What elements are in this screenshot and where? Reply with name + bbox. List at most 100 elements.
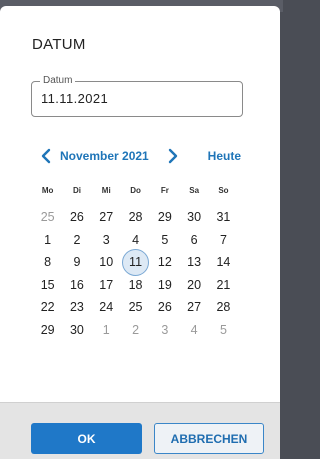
calendar-day-number: 19: [157, 277, 172, 292]
month-navigation: November 2021 Heute: [32, 146, 247, 166]
dialog-title: DATUM: [32, 36, 86, 53]
calendar-day[interactable]: 6: [179, 229, 208, 252]
calendar-day[interactable]: 5: [150, 229, 179, 252]
calendar-day-number: 5: [219, 322, 227, 337]
calendar-week-row: 8 9 10 11 12 13 14: [33, 248, 238, 276]
calendar-day[interactable]: 25: [33, 206, 62, 229]
calendar-day[interactable]: 28: [209, 296, 238, 319]
calendar-day[interactable]: 24: [92, 296, 121, 319]
calendar-day[interactable]: 30: [179, 206, 208, 229]
calendar-day[interactable]: 4: [121, 229, 150, 252]
date-picker-dialog: DATUM Datum 11.11.2021 November 2021 Heu…: [0, 6, 280, 459]
calendar-day[interactable]: 3: [92, 229, 121, 252]
calendar-weeks: 25 26 27 28 29 30 31 1 2 3 4 5 6 7 8 9 10 11 12 13 14 15 16 17 1…: [33, 206, 238, 341]
calendar-day[interactable]: 7: [209, 229, 238, 252]
calendar-day-number: 1: [44, 232, 52, 247]
weekday-label: Mo: [41, 186, 54, 195]
calendar-day[interactable]: 29: [33, 319, 62, 342]
previous-month-button[interactable]: [39, 146, 55, 166]
calendar-day-number: 17: [99, 277, 114, 292]
today-button[interactable]: Heute: [208, 149, 241, 163]
calendar-day[interactable]: 21: [209, 274, 238, 297]
calendar-day-number: 16: [69, 277, 84, 292]
next-month-button[interactable]: [164, 146, 180, 166]
calendar-week-row: 25 26 27 28 29 30 31: [33, 206, 238, 229]
weekday-label: Do: [130, 186, 141, 195]
calendar-day-number: 13: [187, 255, 202, 269]
calendar-day-number: 29: [157, 210, 172, 224]
calendar-day-number: 11: [129, 255, 143, 269]
chevron-left-icon: [41, 148, 51, 164]
calendar-day-number: 30: [69, 322, 84, 337]
calendar-day[interactable]: 17: [92, 274, 121, 297]
weekday-label: So: [218, 186, 229, 195]
date-field-value[interactable]: 11.11.2021: [41, 91, 108, 106]
date-field-label: Datum: [40, 74, 76, 88]
calendar-day-number: 5: [161, 232, 169, 247]
calendar-day[interactable]: 26: [150, 296, 179, 319]
date-input-field[interactable]: Datum 11.11.2021: [31, 74, 243, 117]
calendar-day[interactable]: 15: [33, 274, 62, 297]
calendar-day-number: 25: [128, 300, 143, 314]
calendar-day[interactable]: 30: [62, 319, 91, 342]
calendar-day[interactable]: 16: [62, 274, 91, 297]
calendar-day-number: 12: [157, 255, 172, 269]
calendar-day[interactable]: 22: [33, 296, 62, 319]
calendar-day-number: 31: [216, 210, 231, 224]
calendar-week-row: 15 16 17 18 19 20 21: [33, 274, 238, 297]
calendar-day-number: 22: [40, 300, 55, 314]
weekday-label: Sa: [189, 186, 200, 195]
calendar-day-number: 14: [216, 255, 231, 269]
calendar-day[interactable]: 10: [92, 251, 121, 274]
calendar-day-number: 3: [102, 232, 110, 247]
calendar-day-number: 25: [40, 210, 55, 224]
calendar-day-number: 30: [187, 210, 202, 224]
weekday-label: Di: [72, 186, 81, 195]
calendar-day-number: 10: [99, 255, 114, 269]
calendar-day[interactable]: 13: [179, 251, 208, 274]
calendar-day-number: 26: [157, 300, 172, 314]
calendar-day-number: 3: [161, 322, 169, 337]
calendar-day[interactable]: 5: [209, 319, 238, 342]
calendar-day[interactable]: 18: [121, 274, 150, 297]
weekday-label: Fr: [160, 186, 169, 195]
calendar-day[interactable]: 19: [150, 274, 179, 297]
calendar-day[interactable]: 8: [33, 251, 62, 274]
calendar-day[interactable]: 29: [150, 206, 179, 229]
ok-button[interactable]: OK: [31, 423, 142, 454]
calendar-day[interactable]: 26: [62, 206, 91, 229]
calendar-day-number: 29: [40, 322, 55, 337]
calendar-day[interactable]: 27: [179, 296, 208, 319]
cancel-button[interactable]: ABBRECHEN: [154, 423, 264, 454]
calendar-day[interactable]: 2: [121, 319, 150, 342]
calendar-day[interactable]: 12: [150, 251, 179, 274]
calendar-day-number: 2: [73, 232, 81, 247]
calendar-day[interactable]: 27: [92, 206, 121, 229]
calendar-day[interactable]: 1: [33, 229, 62, 252]
calendar-week-row: 22 23 24 25 26 27 28: [33, 296, 238, 319]
calendar-day[interactable]: 4: [179, 319, 208, 342]
calendar-day-number: 9: [73, 255, 81, 269]
current-month-label[interactable]: November 2021: [60, 149, 149, 163]
calendar-grid: Mo Di Mi Do Fr Sa So 25 26 27 28 29 30 31 1 2 3 4 5…: [33, 184, 238, 341]
calendar-day[interactable]: 1: [92, 319, 121, 342]
dialog-footer: OK ABBRECHEN: [0, 402, 280, 459]
calendar-day-number: 15: [40, 277, 55, 292]
calendar-day[interactable]: 9: [62, 251, 91, 274]
calendar-day-number: 1: [102, 322, 110, 337]
calendar-day[interactable]: 31: [209, 206, 238, 229]
calendar-day[interactable]: 23: [62, 296, 91, 319]
calendar-day[interactable]: 2: [62, 229, 91, 252]
calendar-day[interactable]: 3: [150, 319, 179, 342]
calendar-day[interactable]: 28: [121, 206, 150, 229]
calendar-day-number: 20: [187, 277, 202, 292]
calendar-day[interactable]: 20: [179, 274, 208, 297]
calendar-day[interactable]: 14: [209, 251, 238, 274]
calendar-day-number: 4: [190, 322, 198, 337]
calendar-day-number: 21: [216, 277, 231, 292]
calendar-day[interactable]: 25: [121, 296, 150, 319]
calendar-day-number: 28: [216, 300, 231, 314]
calendar-day-selected[interactable]: 11: [121, 248, 150, 276]
calendar-day-number: 23: [69, 300, 84, 314]
weekday-label: Mi: [101, 186, 111, 195]
